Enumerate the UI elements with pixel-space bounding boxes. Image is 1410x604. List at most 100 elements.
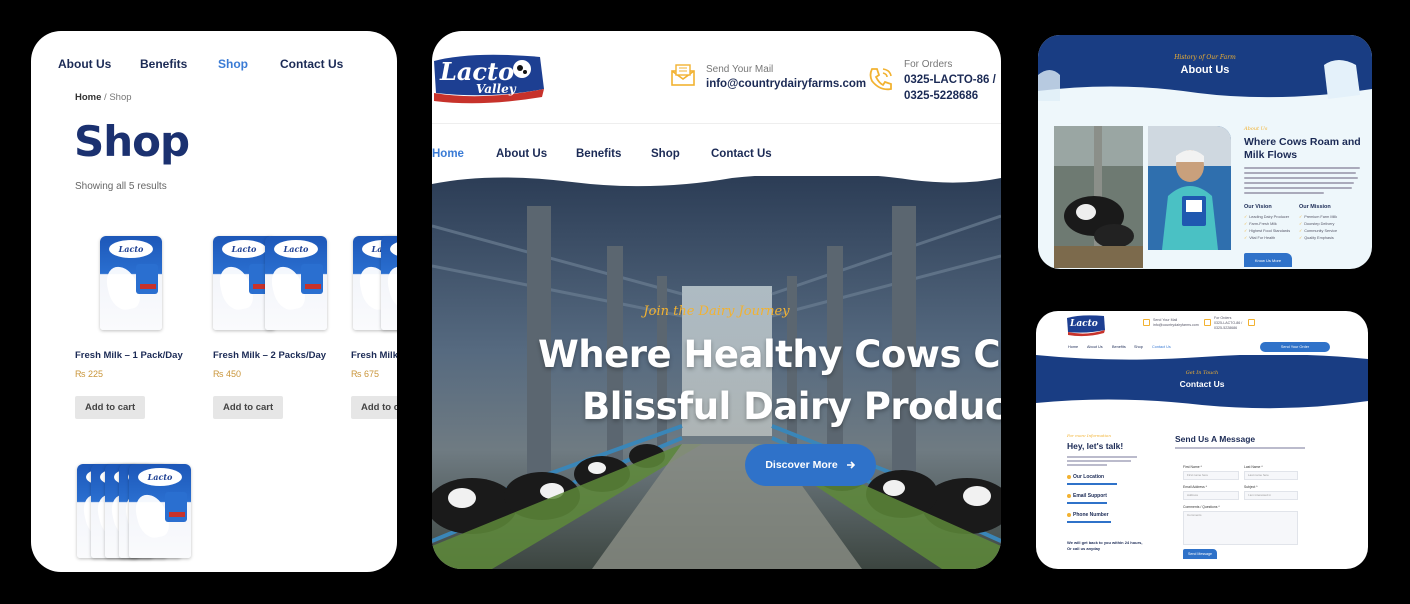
first-name-label: First Name * (1183, 465, 1202, 469)
product-card: Lacto Lacto Fresh Milk – 2 Packs/Day ₨ 4… (213, 236, 333, 419)
nav-benefits[interactable]: Benefits (140, 57, 187, 71)
nav-shop[interactable]: Shop (218, 57, 248, 71)
vision-list: ✓ Leading Dairy Producer ✓ Farm-Fresh Milk… (1244, 214, 1290, 242)
know-us-more-button[interactable]: Know Us More (1244, 253, 1292, 267)
nav-contact-us[interactable]: Contact Us (711, 148, 772, 160)
nav-home[interactable]: Home (432, 148, 464, 160)
lacto-valley-logo[interactable]: Lacto Valley (432, 49, 546, 105)
list-item: ✓ Farm-Fresh Milk (1244, 222, 1277, 226)
about-sub-kicker: About Us (1244, 126, 1268, 132)
contact-title: Contact Us (1179, 379, 1225, 389)
breadcrumb: Home / Shop (75, 92, 132, 103)
about-title: About Us (1180, 64, 1230, 76)
mail-info: Send Your Mail info@countrydairyfarms.co… (1153, 318, 1199, 327)
product-price: ₨ 675 (351, 369, 379, 379)
list-item: ✓ Leading Dairy Producer (1244, 215, 1290, 219)
info-paragraph (1067, 456, 1137, 468)
mail-link[interactable]: info@countrydairyfarms.com (706, 78, 866, 90)
email-value[interactable] (1067, 502, 1107, 504)
lacto-valley-logo[interactable]: Lacto (1066, 313, 1106, 337)
nav-contact-us[interactable]: Contact Us (280, 57, 343, 71)
comments-label: Comments / Questions * (1183, 505, 1220, 509)
location-value[interactable] (1067, 483, 1117, 485)
phone-icon (869, 68, 892, 91)
nav-about-us[interactable]: About Us (58, 57, 111, 71)
location-icon (1067, 475, 1071, 479)
add-to-cart-button[interactable]: Add to cart (75, 396, 146, 419)
product-image[interactable]: Lacto Lacto Lacto Lacto Lacto (77, 464, 197, 564)
product-price: ₨ 450 (213, 369, 241, 379)
email-icon (1067, 494, 1071, 498)
list-item: ✓ Quality Emphasis (1299, 236, 1334, 240)
comments-textarea[interactable]: Comments (1183, 511, 1298, 545)
nav-home[interactable]: Home (1068, 345, 1078, 349)
contact-page-card: Lacto Send Your Mail info@countrydairyfa… (1036, 311, 1368, 569)
nav-benefits[interactable]: Benefits (576, 148, 621, 160)
about-kicker: History of Our Farm (1174, 54, 1236, 61)
location-title: Our Location (1073, 474, 1105, 480)
subject-label: Subject * (1244, 485, 1258, 489)
product-card: Lacto Lacto Fresh Milk ₨ 675 Add to c (351, 236, 397, 419)
product-image[interactable]: Lacto Lacto (213, 236, 333, 336)
nav-contact-us[interactable]: Contact Us (1152, 345, 1171, 349)
last-name-label: Last Name * (1244, 465, 1263, 469)
milk-worker-image (1148, 126, 1231, 250)
nav-shop[interactable]: Shop (1134, 345, 1143, 349)
phone-number-2[interactable]: 0325-5228686 (904, 90, 978, 102)
nav-about-us[interactable]: About Us (1087, 345, 1103, 349)
add-to-cart-button[interactable]: Add to cart (213, 396, 284, 419)
discover-more-button[interactable]: Discover More (745, 444, 876, 486)
phone-icon (1067, 513, 1071, 517)
nav-shop[interactable]: Shop (651, 148, 680, 160)
form-heading: Send Us A Message (1175, 434, 1256, 444)
product-image[interactable]: Lacto Lacto (351, 236, 397, 336)
check-icon: ✓ (1299, 215, 1303, 219)
shop-page-card: About Us Benefits Shop Contact Us Home /… (31, 31, 397, 572)
hero-heading-line-1: Where Healthy Cows Cr (538, 333, 1001, 376)
contact-kicker: Get In Touch (1185, 370, 1219, 376)
results-count: Showing all 5 results (75, 181, 167, 192)
breadcrumb-current: Shop (109, 92, 132, 103)
about-heading: Where Cows Roam and Milk Flows (1244, 136, 1361, 161)
phone-icon (1204, 319, 1211, 326)
mail-icon (1143, 319, 1150, 326)
breadcrumb-home[interactable]: Home (75, 92, 101, 103)
svg-text:Valley: Valley (476, 82, 517, 96)
about-paragraph (1244, 167, 1360, 197)
cows-barn-image (1054, 126, 1143, 268)
info-kicker: For more Information (1067, 433, 1111, 438)
last-name-input[interactable]: Last name here (1244, 471, 1298, 480)
product-image[interactable]: Lacto (75, 236, 195, 336)
check-icon: ✓ (1244, 229, 1248, 233)
add-to-cart-button[interactable]: Add to c (351, 396, 397, 419)
email-input[interactable]: Address (1183, 491, 1239, 500)
phone-value[interactable] (1067, 521, 1111, 523)
phone-info: For Orders 0325-LACTO-86 / 0325-5228686 (1214, 316, 1243, 330)
hero-kicker: Join the Dairy Journey (643, 304, 790, 319)
about-page-card: History of Our Farm About Us About Us Wh… (1038, 35, 1372, 269)
check-icon: ✓ (1299, 222, 1303, 226)
discover-more-label: Discover More (765, 459, 838, 471)
phone-title: Phone Number (1073, 512, 1109, 518)
nav-about-us[interactable]: About Us (496, 148, 547, 160)
mission-list: ✓ Premium Farm Milk ✓ Doorstep Delivery ✓ C… (1299, 214, 1337, 242)
first-name-input[interactable]: First name here (1183, 471, 1239, 480)
subject-input[interactable]: I am interested in (1244, 491, 1298, 500)
nav-benefits[interactable]: Benefits (1112, 345, 1126, 349)
mission-title: Our Mission (1299, 204, 1331, 210)
location-icon (1248, 319, 1255, 326)
phone-number-1[interactable]: 0325-LACTO-86 / (904, 74, 996, 86)
check-icon: ✓ (1244, 222, 1248, 226)
mail-icon (671, 64, 695, 86)
header-divider (432, 123, 1001, 124)
list-item: ✓ Highest Food Standards (1244, 229, 1291, 233)
product-name[interactable]: Fresh Milk – 1 Pack/Day (75, 350, 183, 361)
send-order-button[interactable]: Send Your Order (1260, 342, 1330, 352)
hero-heading-line-2: Blissful Dairy Product (582, 385, 1001, 428)
product-price: ₨ 225 (75, 369, 103, 379)
product-name[interactable]: Fresh Milk – 2 Packs/Day (213, 350, 326, 361)
product-name[interactable]: Fresh Milk (351, 350, 397, 361)
send-message-button[interactable]: Send Message (1183, 549, 1217, 559)
check-icon: ✓ (1244, 215, 1248, 219)
home-page-card: Lacto Valley Send Your Mail info@country… (432, 31, 1001, 569)
